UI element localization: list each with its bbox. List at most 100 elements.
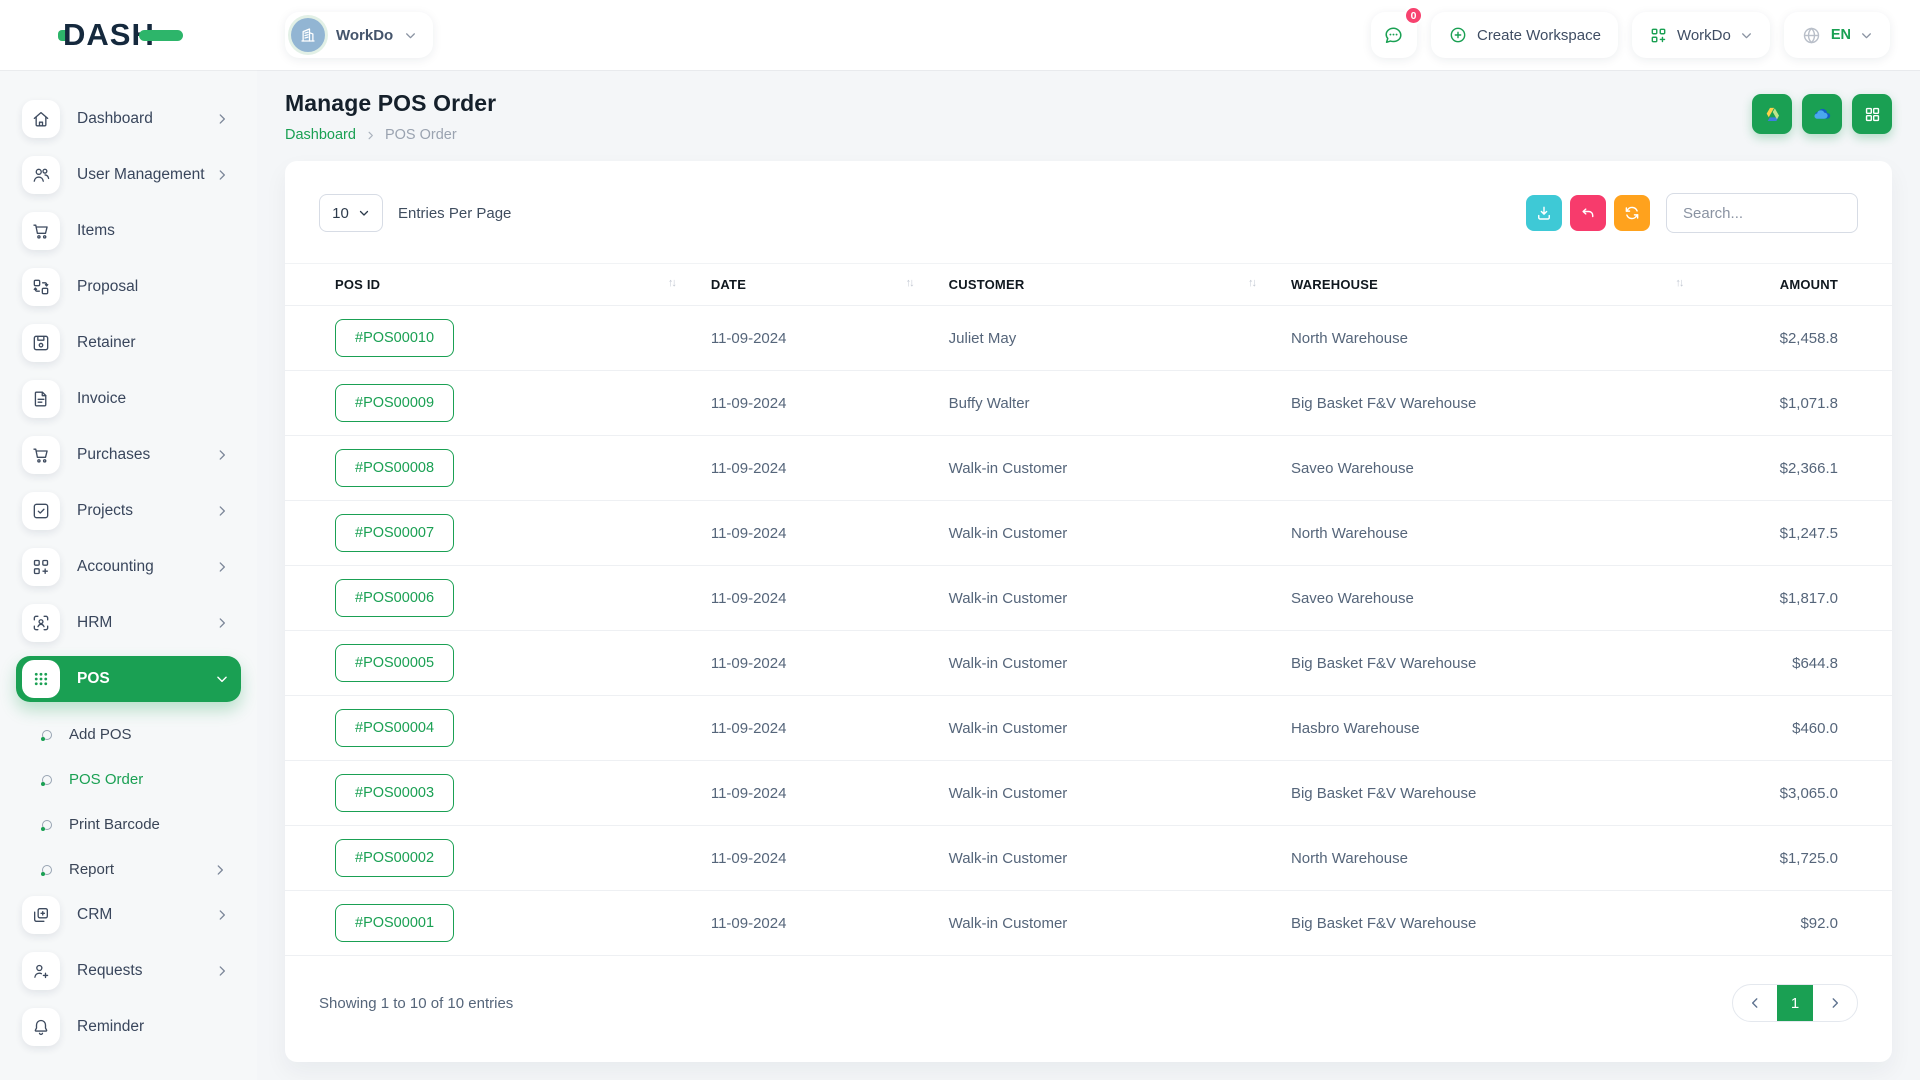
date-cell: 11-09-2024	[711, 631, 949, 696]
bullet-icon	[42, 775, 52, 785]
breadcrumb-dashboard-link[interactable]: Dashboard	[285, 127, 356, 143]
grid-plus-icon	[22, 548, 60, 586]
user-plus-icon	[22, 952, 60, 990]
sidebar-item-projects[interactable]: Projects	[16, 488, 241, 534]
chevron-right-icon	[213, 863, 227, 877]
sidebar-item-crm[interactable]: CRM	[16, 892, 241, 938]
sort-icon[interactable]: ↑↓	[668, 277, 675, 289]
chevron-right-icon	[215, 112, 229, 126]
overlap-squares-icon	[22, 896, 60, 934]
date-cell: 11-09-2024	[711, 826, 949, 891]
sidebar-item-label: Requests	[77, 962, 215, 980]
sidebar-subitem-report[interactable]: Report	[16, 847, 241, 892]
sidebar-item-requests[interactable]: Requests	[16, 948, 241, 994]
pos-id-link[interactable]: #POS00007	[335, 514, 454, 552]
refresh-button[interactable]	[1614, 195, 1650, 231]
export-button[interactable]	[1526, 195, 1562, 231]
sidebar-item-retainer[interactable]: Retainer	[16, 320, 241, 366]
column-header-pos-id[interactable]: ↑↓ POS ID	[285, 264, 711, 306]
column-label: POS ID	[335, 277, 380, 292]
chevron-down-icon	[1860, 29, 1873, 42]
sidebar-subitem-pos-order[interactable]: POS Order	[16, 757, 241, 802]
column-header-warehouse[interactable]: ↑↓WAREHOUSE	[1291, 264, 1718, 306]
messages-badge: 0	[1404, 6, 1423, 25]
sidebar-item-label: Projects	[77, 502, 215, 520]
sort-icon[interactable]: ↑↓	[1248, 277, 1255, 289]
column-header-amount[interactable]: AMOUNT	[1718, 264, 1892, 306]
orders-table-body: #POS00010 11-09-2024 Juliet May North Wareh…	[285, 306, 1892, 956]
pos-id-link[interactable]: #POS00004	[335, 709, 454, 747]
google-drive-button[interactable]	[1752, 94, 1792, 134]
plus-circle-icon	[1448, 25, 1468, 45]
sidebar-item-accounting[interactable]: Accounting	[16, 544, 241, 590]
entries-per-page-select[interactable]: 10	[319, 194, 383, 232]
sidebar-item-reminder[interactable]: Reminder	[16, 1004, 241, 1050]
column-header-customer[interactable]: ↑↓CUSTOMER	[949, 264, 1291, 306]
create-workspace-button[interactable]: Create Workspace	[1431, 12, 1618, 58]
pos-id-link[interactable]: #POS00002	[335, 839, 454, 877]
pos-id-link[interactable]: #POS00006	[335, 579, 454, 617]
onedrive-button[interactable]	[1802, 94, 1842, 134]
sidebar-subitem-add-pos[interactable]: Add POS	[16, 712, 241, 757]
amount-cell: $460.0	[1718, 696, 1892, 761]
table-row: #POS0000311-09-2024Walk-in CustomerBig B…	[285, 761, 1892, 826]
sidebar-subitem-print-barcode[interactable]: Print Barcode	[16, 802, 241, 847]
previous-page-button[interactable]	[1733, 985, 1777, 1021]
grid-view-button[interactable]	[1852, 94, 1892, 134]
customer-cell: Walk-in Customer	[949, 566, 1291, 631]
swap-grid-icon	[22, 268, 60, 306]
sidebar-subitem-label: Print Barcode	[69, 816, 160, 833]
warehouse-cell: North Warehouse	[1291, 826, 1718, 891]
chevron-right-icon	[215, 616, 229, 630]
search-input[interactable]	[1666, 193, 1858, 233]
page-number-button[interactable]: 1	[1777, 985, 1813, 1021]
company-menu[interactable]: WorkDo	[1632, 12, 1770, 58]
cart-icon	[22, 212, 60, 250]
pos-id-link[interactable]: #POS00005	[335, 644, 454, 682]
next-page-button[interactable]	[1813, 985, 1857, 1021]
amount-cell: $1,071.8	[1718, 371, 1892, 436]
download-icon	[1535, 204, 1553, 222]
floppy-icon	[22, 324, 60, 362]
pos-id-link[interactable]: #POS00010	[335, 319, 454, 357]
pos-id-link[interactable]: #POS00001	[335, 904, 454, 942]
sidebar-item-dashboard[interactable]: Dashboard	[16, 96, 241, 142]
pos-id-link[interactable]: #POS00009	[335, 384, 454, 422]
messages-button[interactable]: 0	[1371, 12, 1417, 58]
customer-cell: Walk-in Customer	[949, 436, 1291, 501]
warehouse-cell: Big Basket F&V Warehouse	[1291, 371, 1718, 436]
workspace-selector[interactable]: WorkDo	[285, 12, 433, 58]
language-selector[interactable]: EN	[1784, 12, 1890, 58]
sort-icon[interactable]: ↑↓	[1675, 277, 1682, 289]
warehouse-cell: Saveo Warehouse	[1291, 436, 1718, 501]
sidebar-item-user-management[interactable]: User Management	[16, 152, 241, 198]
warehouse-cell: North Warehouse	[1291, 501, 1718, 566]
grid-icon	[1863, 105, 1882, 124]
date-cell: 11-09-2024	[711, 891, 949, 956]
sidebar-item-hrm[interactable]: HRM	[16, 600, 241, 646]
globe-icon	[1801, 25, 1822, 46]
pos-id-link[interactable]: #POS00003	[335, 774, 454, 812]
sidebar-item-proposal[interactable]: Proposal	[16, 264, 241, 310]
cart-icon	[22, 436, 60, 474]
chevron-right-icon	[215, 504, 229, 518]
customer-cell: Walk-in Customer	[949, 761, 1291, 826]
sidebar: Dashboard User Management Items Proposal Ret…	[0, 70, 257, 1080]
amount-cell: $1,725.0	[1718, 826, 1892, 891]
chevron-down-icon	[1740, 29, 1753, 42]
sidebar-item-purchases[interactable]: Purchases	[16, 432, 241, 478]
sidebar-item-items[interactable]: Items	[16, 208, 241, 254]
reset-button[interactable]	[1570, 195, 1606, 231]
app-logo[interactable]: DASH	[58, 17, 183, 53]
sidebar-item-pos[interactable]: POS	[16, 656, 241, 702]
entries-summary: Showing 1 to 10 of 10 entries	[319, 995, 513, 1012]
entries-value: 10	[332, 205, 349, 222]
customer-cell: Walk-in Customer	[949, 631, 1291, 696]
date-cell: 11-09-2024	[711, 696, 949, 761]
chevron-left-icon	[1748, 996, 1762, 1010]
pos-id-link[interactable]: #POS00008	[335, 449, 454, 487]
column-header-date[interactable]: ↑↓DATE	[711, 264, 949, 306]
sidebar-item-invoice[interactable]: Invoice	[16, 376, 241, 422]
customer-cell: Juliet May	[949, 306, 1291, 371]
sort-icon[interactable]: ↑↓	[906, 277, 913, 289]
